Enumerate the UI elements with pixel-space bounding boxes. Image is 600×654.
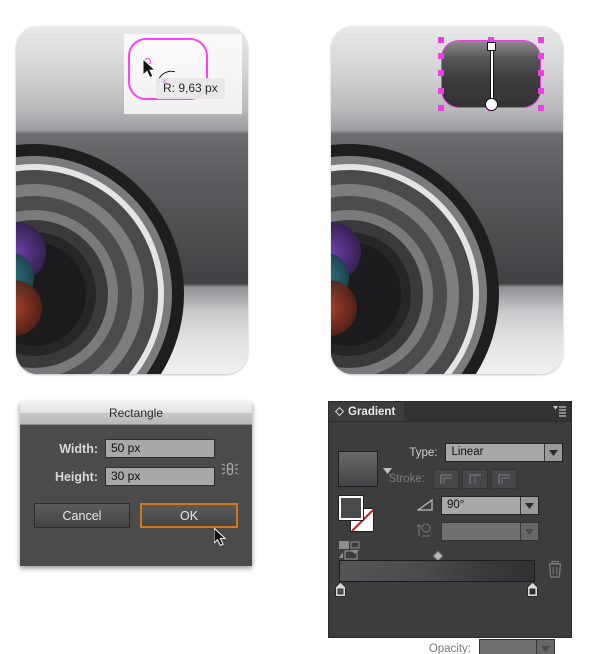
screen: R: 9,63 px × Rectangle Width: 50 px Heig…: [0, 0, 600, 654]
panel-body: Type: Linear Stroke: 90° Opacity:: [329, 422, 571, 654]
gradient-slider[interactable]: [335, 550, 539, 598]
handle-bottom-left[interactable]: [438, 105, 444, 111]
fill-swatch[interactable]: [338, 495, 364, 521]
tooltip-x-marker: ×: [162, 76, 168, 86]
fill-stroke-swatches[interactable]: [338, 495, 378, 533]
gradient-stop-start[interactable]: [335, 582, 346, 597]
height-row: Height: 30 px: [34, 467, 238, 486]
height-label: Height:: [54, 469, 98, 484]
ok-button[interactable]: OK: [140, 503, 238, 528]
type-value: Linear: [451, 446, 484, 458]
opacity-label: Opacity:: [428, 642, 471, 654]
aspect-ratio-input: [441, 522, 539, 541]
panel-collapse-icon[interactable]: [335, 407, 344, 416]
handle-middle-right[interactable]: [538, 70, 544, 76]
handle-right-lower[interactable]: [538, 88, 544, 94]
type-caret-icon[interactable]: [544, 444, 562, 461]
opacity-row: Opacity:: [337, 639, 563, 654]
tab-gradient[interactable]: Gradient: [329, 402, 405, 421]
height-input[interactable]: 30 px: [105, 467, 215, 486]
artboard-left-camera: R: 9,63 px ×: [16, 26, 248, 374]
gradient-ramp[interactable]: [339, 560, 535, 582]
type-row: Type: Linear: [399, 443, 563, 462]
gradient-origin-handle[interactable]: [485, 98, 498, 111]
link-icon[interactable]: [220, 459, 240, 479]
dialog-titlebar: Rectangle: [20, 402, 252, 425]
gradient-panel: Gradient Type: Linear Stroke: 90° Opacit…: [328, 401, 572, 654]
angle-caret-icon[interactable]: [520, 497, 538, 514]
angle-icon: [399, 498, 433, 514]
width-label: Width:: [59, 441, 98, 456]
gradient-annotator-line[interactable]: [491, 46, 493, 104]
cancel-button[interactable]: Cancel: [34, 503, 130, 528]
type-select[interactable]: Linear: [445, 443, 563, 462]
aspect-caret-icon: [520, 523, 538, 540]
stroke-along-icon: [462, 469, 488, 489]
handle-top-left[interactable]: [438, 37, 444, 43]
type-label: Type:: [409, 446, 438, 459]
tab-gradient-label: Gradient: [348, 405, 396, 418]
gradient-stop-end[interactable]: [527, 582, 538, 597]
handle-left-upper[interactable]: [438, 53, 444, 59]
opacity-input: [479, 639, 555, 654]
tabbar-filler: [404, 402, 549, 421]
handle-bottom-right[interactable]: [538, 105, 544, 111]
stroke-within-icon: [433, 469, 459, 489]
gradient-end-handle[interactable]: [487, 42, 496, 51]
handle-right-upper[interactable]: [538, 53, 544, 59]
dialog-buttons: Cancel OK: [20, 495, 252, 528]
panel-tabbar: Gradient: [329, 402, 571, 422]
gradient-swatch-preview[interactable]: [338, 451, 378, 487]
width-input[interactable]: 50 px: [105, 439, 215, 458]
reverse-row: [399, 522, 563, 541]
stroke-row: Stroke:: [347, 469, 563, 489]
opacity-caret-icon: [536, 640, 554, 654]
angle-row: 90°: [399, 496, 563, 515]
dialog-body: Width: 50 px Height: 30 px: [20, 425, 252, 486]
width-row: Width: 50 px: [34, 439, 238, 458]
mouse-cursor-dialog: [214, 528, 227, 547]
angle-input[interactable]: 90°: [441, 496, 539, 515]
chevron-down-icon[interactable]: [383, 468, 392, 475]
handle-middle-left[interactable]: [438, 70, 444, 76]
reverse-gradient-icon: [399, 522, 433, 541]
artboard-right-camera: [331, 26, 563, 374]
dialog-title: Rectangle: [108, 406, 164, 420]
handle-left-lower[interactable]: [438, 88, 444, 94]
trash-icon[interactable]: [547, 560, 563, 578]
stroke-across-icon: [491, 469, 517, 489]
panel-menu-icon[interactable]: [549, 402, 571, 421]
rectangle-dialog: Rectangle Width: 50 px Height: 30 px Can…: [20, 402, 252, 566]
angle-value: 90°: [447, 499, 465, 511]
handle-top-right[interactable]: [538, 37, 544, 43]
